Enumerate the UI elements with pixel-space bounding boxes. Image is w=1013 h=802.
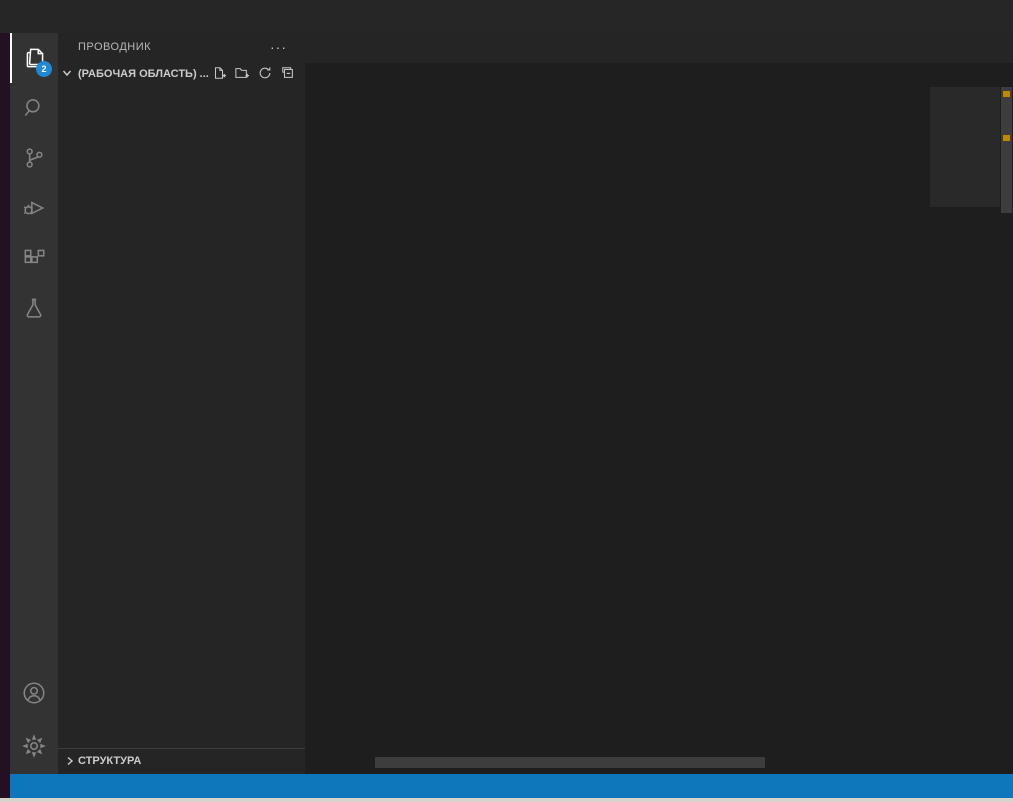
minimap-slider[interactable] — [930, 87, 1000, 207]
vertical-scrollbar[interactable] — [1000, 87, 1013, 774]
code-editor[interactable] — [305, 87, 1013, 774]
menu-bar — [0, 0, 1013, 33]
refresh-icon[interactable] — [258, 66, 272, 83]
breadcrumb[interactable] — [305, 63, 1013, 87]
explorer-sidebar: ПРОВОДНИК ··· (РАБОЧАЯ ОБЛАСТЬ) ... СТРУ… — [58, 33, 305, 774]
status-bar — [10, 774, 1013, 798]
account-icon[interactable] — [10, 668, 58, 718]
chevron-right-icon — [62, 756, 78, 766]
activity-bar: 2 — [10, 33, 58, 774]
extensions-icon[interactable] — [10, 233, 58, 283]
explorer-more-icon[interactable]: ··· — [270, 39, 287, 55]
desktop-edge — [0, 33, 10, 798]
chevron-down-icon — [62, 68, 78, 81]
outline-section-header[interactable]: СТРУКТУРА — [58, 748, 305, 772]
source-control-icon[interactable] — [10, 133, 58, 183]
outline-label: СТРУКТУРА — [78, 755, 141, 767]
testing-icon[interactable] — [10, 283, 58, 333]
workspace-section-header[interactable]: (РАБОЧАЯ ОБЛАСТЬ) ... — [58, 61, 305, 87]
tab-bar — [305, 33, 1013, 63]
workspace-label: (РАБОЧАЯ ОБЛАСТЬ) ... — [78, 68, 209, 80]
search-icon[interactable] — [10, 83, 58, 133]
explorer-badge: 2 — [36, 61, 52, 77]
explorer-icon[interactable]: 2 — [10, 33, 58, 83]
editor-group — [305, 33, 1013, 774]
new-folder-icon[interactable] — [235, 66, 249, 83]
new-file-icon[interactable] — [212, 66, 226, 83]
warning-marker — [1003, 135, 1010, 141]
explorer-title: ПРОВОДНИК — [78, 41, 151, 53]
horizontal-scrollbar-thumb[interactable] — [375, 757, 765, 768]
minimap[interactable] — [930, 87, 1000, 774]
run-debug-icon[interactable] — [10, 183, 58, 233]
settings-gear-icon[interactable] — [10, 718, 58, 774]
warning-marker — [1003, 91, 1010, 97]
vertical-scrollbar-thumb[interactable] — [1001, 87, 1012, 213]
desktop-edge-bottom — [0, 798, 1013, 802]
collapse-all-icon[interactable] — [281, 66, 295, 83]
